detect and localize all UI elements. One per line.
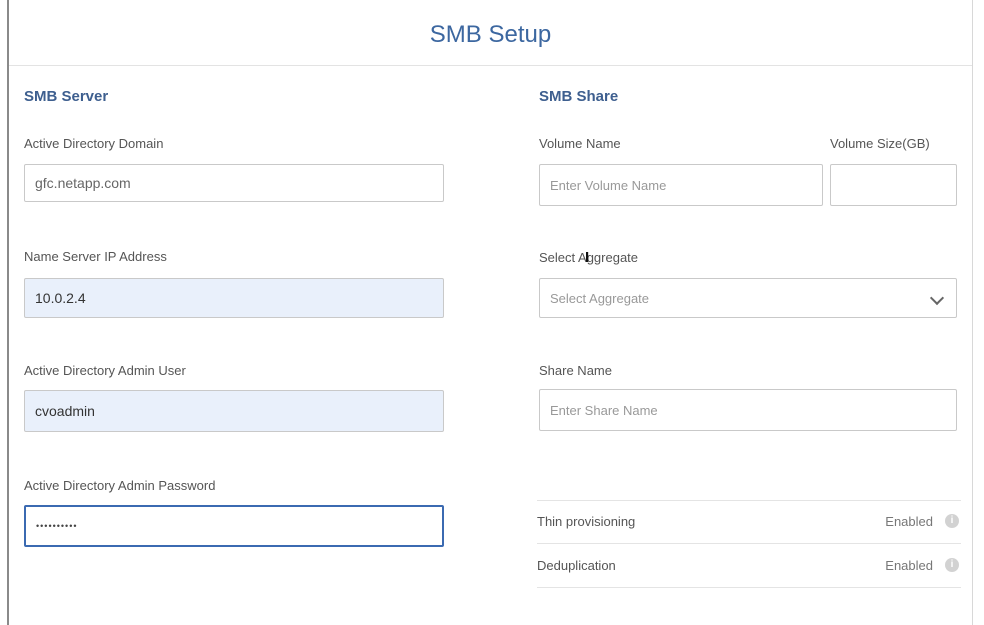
- deduplication-status: Enabled: [885, 558, 933, 573]
- page-title: SMB Setup: [429, 21, 552, 48]
- title-bar: SMB Setup: [9, 6, 972, 66]
- name-server-ip-value: 10.0.2.4: [35, 290, 86, 306]
- thin-provisioning-label: Thin provisioning: [537, 514, 636, 529]
- ad-admin-password-label: Active Directory Admin Password: [24, 478, 216, 493]
- share-name-input[interactable]: Enter Share Name: [539, 389, 957, 431]
- volume-name-placeholder: Enter Volume Name: [550, 177, 667, 193]
- text-cursor-icon: I: [585, 249, 590, 266]
- smb-share-section-title: SMB Share: [539, 88, 619, 105]
- ad-admin-password-value: ••••••••••: [36, 521, 78, 531]
- ad-admin-user-input[interactable]: cvoadmin: [24, 390, 444, 432]
- ad-domain-value: gfc.netapp.com: [35, 175, 131, 191]
- volume-name-label: Volume Name: [539, 136, 621, 151]
- volume-name-input[interactable]: Enter Volume Name: [539, 164, 823, 206]
- thin-provisioning-row: Thin provisioning Enabled i: [537, 500, 961, 544]
- volume-size-label: Volume Size(GB): [830, 136, 930, 151]
- deduplication-label: Deduplication: [537, 558, 616, 573]
- ad-domain-label: Active Directory Domain: [24, 136, 164, 151]
- info-icon[interactable]: i: [945, 514, 959, 528]
- share-name-label: Share Name: [539, 363, 612, 378]
- thin-provisioning-status: Enabled: [885, 514, 933, 529]
- smb-server-section-title: SMB Server: [24, 88, 109, 105]
- ad-admin-password-input[interactable]: ••••••••••: [24, 505, 444, 547]
- deduplication-row: Deduplication Enabled i: [537, 544, 961, 588]
- smb-setup-panel: SMB Setup SMB Server Active Directory Do…: [7, 0, 973, 625]
- aggregate-select[interactable]: Select Aggregate: [539, 278, 957, 318]
- ad-admin-user-label: Active Directory Admin User: [24, 363, 186, 378]
- aggregate-placeholder: Select Aggregate: [550, 290, 650, 306]
- ad-admin-user-value: cvoadmin: [35, 403, 95, 419]
- info-icon[interactable]: i: [945, 558, 959, 572]
- name-server-ip-input[interactable]: 10.0.2.4: [24, 278, 444, 318]
- volume-size-input[interactable]: [830, 164, 957, 206]
- ad-domain-input[interactable]: gfc.netapp.com: [24, 164, 444, 202]
- share-name-placeholder: Enter Share Name: [550, 402, 658, 418]
- name-server-ip-label: Name Server IP Address: [24, 249, 167, 264]
- chevron-down-icon: [929, 290, 945, 306]
